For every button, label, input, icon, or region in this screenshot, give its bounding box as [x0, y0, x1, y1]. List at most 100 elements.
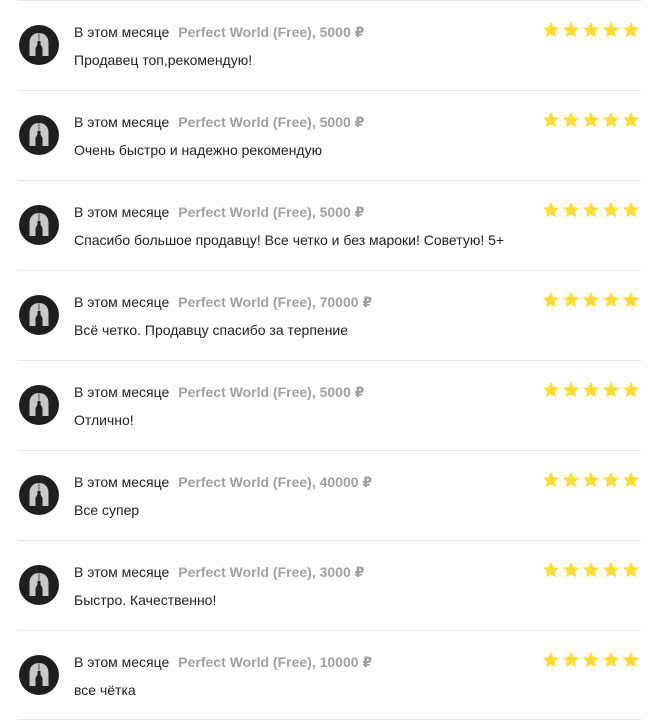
review-product[interactable]: Perfect World (Free), 40000 ₽ — [178, 474, 372, 490]
star-icon — [542, 21, 560, 38]
review-date: В этом месяце — [74, 564, 170, 580]
spartan-helmet-icon — [27, 392, 51, 418]
star-icon — [542, 651, 560, 668]
review-product[interactable]: Perfect World (Free), 70000 ₽ — [178, 294, 372, 310]
review-product[interactable]: Perfect World (Free), 10000 ₽ — [178, 654, 372, 670]
review-item: В этом месяце Perfect World (Free), 10000… — [18, 630, 641, 720]
star-icon — [602, 651, 620, 668]
rating-stars — [542, 561, 640, 579]
review-date: В этом месяце — [74, 384, 170, 400]
review-product[interactable]: Perfect World (Free), 3000 ₽ — [178, 564, 364, 580]
star-icon — [562, 21, 580, 38]
star-icon — [582, 471, 600, 488]
star-icon — [622, 381, 640, 398]
review-text: Отлично! — [74, 412, 134, 428]
review-meta: В этом месяце Perfect World (Free), 3000 … — [74, 564, 364, 581]
star-icon — [542, 561, 560, 578]
star-icon — [622, 561, 640, 578]
star-icon — [622, 21, 640, 38]
review-date: В этом месяце — [74, 654, 170, 670]
star-icon — [562, 471, 580, 488]
review-item: В этом месяце Perfect World (Free), 5000 … — [18, 0, 641, 90]
star-icon — [582, 201, 600, 218]
avatar[interactable] — [19, 655, 59, 695]
rating-stars — [542, 111, 640, 129]
star-icon — [622, 291, 640, 308]
star-icon — [542, 291, 560, 308]
rating-stars — [542, 201, 640, 219]
avatar[interactable] — [19, 115, 59, 155]
star-icon — [582, 291, 600, 308]
review-product[interactable]: Perfect World (Free), 5000 ₽ — [178, 114, 364, 130]
star-icon — [562, 561, 580, 578]
star-icon — [562, 381, 580, 398]
avatar[interactable] — [19, 385, 59, 425]
reviews-list: В этом месяце Perfect World (Free), 5000 … — [0, 0, 655, 724]
review-text: Продавец топ,рекомендую! — [74, 52, 253, 68]
review-meta: В этом месяце Perfect World (Free), 5000 … — [74, 384, 364, 401]
review-text: все чётка — [74, 682, 136, 698]
spartan-helmet-icon — [27, 482, 51, 508]
review-date: В этом месяце — [74, 204, 170, 220]
spartan-helmet-icon — [27, 212, 51, 238]
star-icon — [582, 111, 600, 128]
rating-stars — [542, 21, 640, 39]
star-icon — [622, 651, 640, 668]
review-meta: В этом месяце Perfect World (Free), 5000 … — [74, 204, 364, 221]
review-item: В этом месяце Perfect World (Free), 5000 … — [18, 180, 641, 270]
spartan-helmet-icon — [27, 572, 51, 598]
rating-stars — [542, 471, 640, 489]
review-text: Очень быстро и надежно рекомендую — [74, 142, 323, 158]
spartan-helmet-icon — [27, 32, 51, 58]
spartan-helmet-icon — [27, 662, 51, 688]
review-date: В этом месяце — [74, 474, 170, 490]
review-meta: В этом месяце Perfect World (Free), 5000 … — [74, 114, 364, 131]
review-item: В этом месяце Perfect World (Free), 5000 … — [18, 360, 641, 450]
star-icon — [622, 111, 640, 128]
star-icon — [582, 651, 600, 668]
star-icon — [622, 201, 640, 218]
star-icon — [562, 201, 580, 218]
review-text: Всё четко. Продавцу спасибо за терпение — [74, 322, 349, 338]
star-icon — [622, 471, 640, 488]
rating-stars — [542, 651, 640, 669]
spartan-helmet-icon — [27, 122, 51, 148]
review-text: Спасибо большое продавцу! Все четко и бе… — [74, 232, 505, 248]
avatar[interactable] — [19, 25, 59, 65]
review-meta: В этом месяце Perfect World (Free), 70000… — [74, 294, 372, 311]
review-meta: В этом месяце Perfect World (Free), 40000… — [74, 474, 372, 491]
star-icon — [582, 381, 600, 398]
star-icon — [562, 651, 580, 668]
star-icon — [602, 21, 620, 38]
star-icon — [602, 381, 620, 398]
review-date: В этом месяце — [74, 294, 170, 310]
star-icon — [542, 471, 560, 488]
avatar[interactable] — [19, 295, 59, 335]
star-icon — [542, 201, 560, 218]
star-icon — [602, 471, 620, 488]
avatar[interactable] — [19, 205, 59, 245]
avatar[interactable] — [19, 565, 59, 605]
star-icon — [582, 561, 600, 578]
review-product[interactable]: Perfect World (Free), 5000 ₽ — [178, 204, 364, 220]
review-item: В этом месяце Perfect World (Free), 40000… — [18, 450, 641, 540]
star-icon — [602, 291, 620, 308]
review-date: В этом месяце — [74, 24, 170, 40]
rating-stars — [542, 291, 640, 309]
review-date: В этом месяце — [74, 114, 170, 130]
star-icon — [602, 561, 620, 578]
star-icon — [582, 21, 600, 38]
review-meta: В этом месяце Perfect World (Free), 5000 … — [74, 24, 364, 41]
rating-stars — [542, 381, 640, 399]
spartan-helmet-icon — [27, 302, 51, 328]
review-product[interactable]: Perfect World (Free), 5000 ₽ — [178, 384, 364, 400]
review-text: Быстро. Качественно! — [74, 592, 217, 608]
review-text: Все супер — [74, 502, 140, 518]
review-product[interactable]: Perfect World (Free), 5000 ₽ — [178, 24, 364, 40]
star-icon — [542, 381, 560, 398]
review-item: В этом месяце Perfect World (Free), 5000 … — [18, 90, 641, 180]
review-item: В этом месяце Perfect World (Free), 3000 … — [18, 540, 641, 630]
review-meta: В этом месяце Perfect World (Free), 10000… — [74, 654, 372, 671]
avatar[interactable] — [19, 475, 59, 515]
star-icon — [562, 291, 580, 308]
